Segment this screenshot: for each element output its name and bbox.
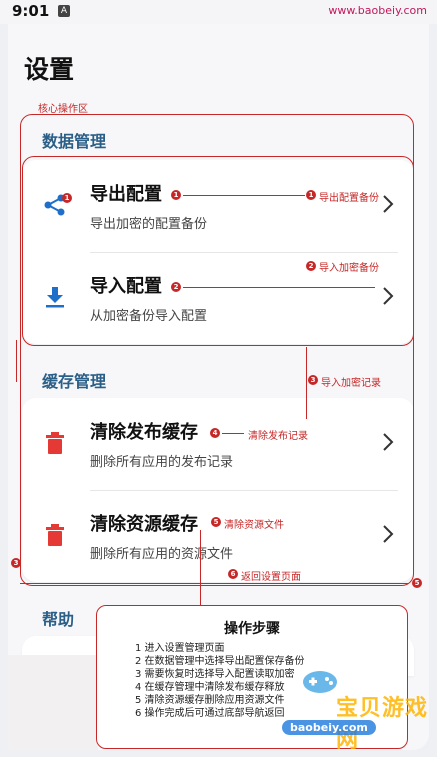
status-time: 9:01 bbox=[12, 2, 50, 20]
gamepad-logo-icon bbox=[303, 671, 337, 693]
annotation-export: 导出配置备份 bbox=[319, 193, 379, 204]
annotation-clear-resource: 清除资源文件 bbox=[224, 520, 284, 531]
annotation-badge: 5 bbox=[412, 578, 422, 588]
annotation-badge: 1 bbox=[62, 193, 72, 203]
annotation-line bbox=[16, 340, 17, 382]
annotation-frame-data bbox=[22, 156, 414, 346]
step-item: 5 清除资源缓存删除应用资源文件 bbox=[135, 695, 285, 706]
watermark-url-top: www.baobeiy.com bbox=[328, 4, 427, 17]
annotation-badge: 3 bbox=[11, 558, 21, 568]
annotation-line bbox=[183, 195, 305, 196]
step-item: 1 进入设置管理页面 bbox=[135, 643, 225, 654]
annotation-badge: 1 bbox=[171, 190, 181, 200]
annotation-line bbox=[183, 287, 375, 288]
annotation-badge: 3 bbox=[308, 375, 318, 385]
step-item: 4 在缓存管理中清除发布缓存释放 bbox=[135, 682, 285, 693]
annotation-import-record: 导入加密记录 bbox=[321, 378, 381, 389]
annotation-badge: 1 bbox=[306, 190, 316, 200]
annotation-line bbox=[306, 347, 307, 419]
core-area-label: 核心操作区 bbox=[38, 104, 88, 115]
bottom-nav bbox=[8, 655, 98, 750]
annotation-return: 返回设置页面 bbox=[241, 572, 301, 583]
annotation-line bbox=[200, 530, 201, 606]
annotation-import: 导入加密备份 bbox=[319, 263, 379, 274]
steps-list: 1 进入设置管理页面 2 在数据管理中选择导出配置保存备份 3 需要恢复时选择导… bbox=[135, 642, 305, 720]
step-item: 3 需要恢复时选择导入配置读取加密 bbox=[135, 669, 295, 680]
annotation-badge: 2 bbox=[306, 261, 316, 271]
steps-title: 操作步骤 bbox=[224, 621, 280, 637]
annotation-line bbox=[20, 583, 408, 584]
notification-indicator: A bbox=[58, 5, 70, 17]
watermark-url: baobeiy.com bbox=[282, 720, 376, 735]
step-item: 2 在数据管理中选择导出配置保存备份 bbox=[135, 656, 305, 667]
page-title: 设置 bbox=[24, 55, 75, 84]
annotation-badge: 5 bbox=[211, 517, 221, 527]
step-item: 6 操作完成后可通过底部导航返回 bbox=[135, 708, 285, 719]
annotation-badge: 2 bbox=[171, 282, 181, 292]
section-title-help: 帮助 bbox=[42, 610, 75, 629]
annotation-line bbox=[222, 433, 244, 434]
annotation-clear-publish: 清除发布记录 bbox=[248, 431, 308, 442]
annotation-badge: 6 bbox=[228, 569, 238, 579]
status-bar: 9:01 A www.baobeiy.com bbox=[0, 0, 437, 24]
annotation-badge: 4 bbox=[210, 428, 220, 438]
